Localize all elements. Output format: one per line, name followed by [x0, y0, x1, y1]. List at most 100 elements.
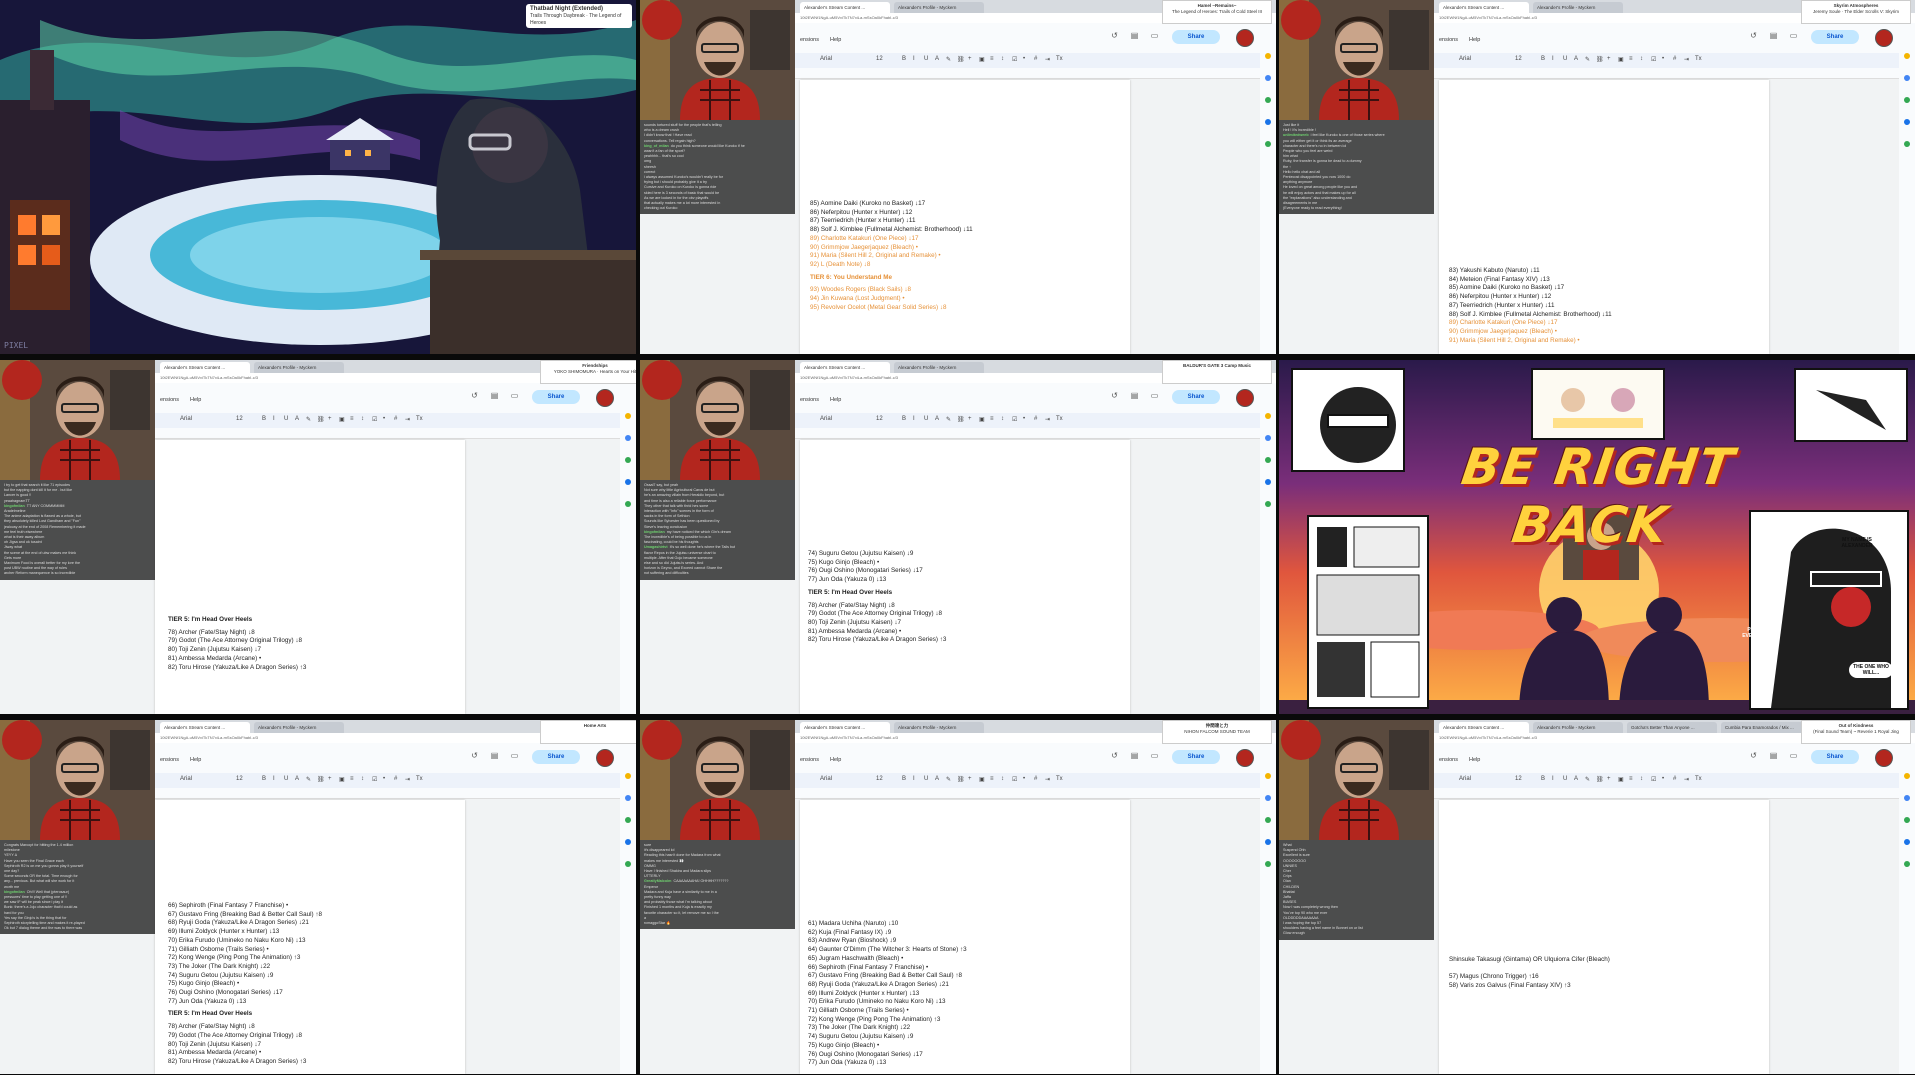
font-selector[interactable]: Arial — [820, 776, 832, 782]
image-icon[interactable]: ▣ — [979, 56, 985, 63]
side-panel-app-icon[interactable] — [1904, 839, 1910, 845]
numbered-list-icon[interactable]: # — [1673, 56, 1676, 62]
text-color-icon[interactable]: A — [295, 416, 299, 422]
side-panel-app-icon[interactable] — [1265, 141, 1271, 147]
italic-icon[interactable]: I — [913, 776, 915, 782]
font-size-field[interactable]: 12 — [1515, 776, 1522, 782]
comment-add-icon[interactable]: + — [968, 416, 972, 422]
menu-help[interactable]: Help — [1469, 37, 1480, 43]
italic-icon[interactable]: I — [273, 776, 275, 782]
menu-help[interactable]: Help — [830, 37, 841, 43]
menu-extensions[interactable]: ensions — [1439, 757, 1458, 763]
bold-icon[interactable]: B — [262, 416, 266, 422]
clear-format-icon[interactable]: Tx — [1695, 56, 1702, 62]
font-selector[interactable]: Arial — [1459, 776, 1471, 782]
underline-icon[interactable]: U — [924, 776, 928, 782]
line-spacing-icon[interactable]: ↕ — [361, 416, 364, 422]
browser-tab[interactable]: Alexander's Stream Content ... — [1439, 722, 1529, 733]
bold-icon[interactable]: B — [262, 776, 266, 782]
side-panel-app-icon[interactable] — [1265, 53, 1271, 59]
browser-tab[interactable]: Alexander's Stream Content ... — [800, 362, 890, 373]
browser-tab[interactable]: Cumbia Para Enamorados / Mix ... — [1721, 722, 1811, 733]
text-color-icon[interactable]: A — [1574, 56, 1578, 62]
checklist-icon[interactable]: ☑ — [1012, 56, 1017, 63]
menu-extensions[interactable]: ensions — [1439, 37, 1458, 43]
checklist-icon[interactable]: ☑ — [1012, 416, 1017, 423]
side-panel-app-icon[interactable] — [1265, 119, 1271, 125]
menu-help[interactable]: Help — [190, 757, 201, 763]
menu-extensions[interactable]: ensions — [800, 37, 819, 43]
menu-extensions[interactable]: ensions — [800, 397, 819, 403]
side-panel-app-icon[interactable] — [1904, 53, 1910, 59]
side-panel-app-icon[interactable] — [625, 501, 631, 507]
align-icon[interactable]: ≡ — [990, 416, 994, 422]
share-button[interactable]: Share — [1811, 30, 1859, 44]
clear-format-icon[interactable]: Tx — [416, 776, 423, 782]
line-spacing-icon[interactable]: ↕ — [1001, 776, 1004, 782]
side-panel-app-icon[interactable] — [1265, 795, 1271, 801]
image-icon[interactable]: ▣ — [1618, 56, 1624, 63]
bold-icon[interactable]: B — [1541, 776, 1545, 782]
text-color-icon[interactable]: A — [295, 776, 299, 782]
font-size-field[interactable]: 12 — [236, 776, 243, 782]
indent-icon[interactable]: ⇥ — [1684, 56, 1689, 63]
font-size-field[interactable]: 12 — [876, 776, 883, 782]
clear-format-icon[interactable]: Tx — [1695, 776, 1702, 782]
clear-format-icon[interactable]: Tx — [416, 416, 423, 422]
checklist-icon[interactable]: ☑ — [1651, 56, 1656, 63]
bold-icon[interactable]: B — [1541, 56, 1545, 62]
font-selector[interactable]: Arial — [820, 56, 832, 62]
comment-add-icon[interactable]: + — [328, 776, 332, 782]
text-color-icon[interactable]: A — [935, 56, 939, 62]
video-call-icon[interactable]: ▭ — [1789, 751, 1798, 760]
side-panel-app-icon[interactable] — [625, 773, 631, 779]
browser-tab[interactable]: Gotcha's Better Than Anyone ... — [1627, 722, 1717, 733]
browser-tab[interactable]: Alexander's Profile - Myckern — [894, 362, 984, 373]
menu-help[interactable]: Help — [1469, 757, 1480, 763]
share-button[interactable]: Share — [1172, 390, 1220, 404]
highlight-icon[interactable]: ✎ — [1585, 56, 1590, 63]
avatar[interactable] — [596, 749, 614, 767]
avatar[interactable] — [1236, 29, 1254, 47]
underline-icon[interactable]: U — [924, 416, 928, 422]
comment-icon[interactable]: ▤ — [490, 751, 499, 760]
align-icon[interactable]: ≡ — [350, 416, 354, 422]
history-icon[interactable]: ↺ — [1110, 751, 1119, 760]
document-page[interactable] — [155, 440, 465, 714]
history-icon[interactable]: ↺ — [470, 751, 479, 760]
comment-icon[interactable]: ▤ — [1130, 751, 1139, 760]
indent-icon[interactable]: ⇥ — [405, 416, 410, 423]
history-icon[interactable]: ↺ — [470, 391, 479, 400]
checklist-icon[interactable]: ☑ — [1012, 776, 1017, 783]
video-call-icon[interactable]: ▭ — [510, 751, 519, 760]
bold-icon[interactable]: B — [902, 56, 906, 62]
video-call-icon[interactable]: ▭ — [1150, 751, 1159, 760]
document-page[interactable] — [1439, 800, 1769, 1074]
side-panel-app-icon[interactable] — [1265, 457, 1271, 463]
underline-icon[interactable]: U — [1563, 776, 1567, 782]
side-panel-app-icon[interactable] — [625, 479, 631, 485]
comment-add-icon[interactable]: + — [1607, 56, 1611, 62]
link-icon[interactable]: ⛓ — [1596, 56, 1604, 63]
browser-tab[interactable]: Alexander's Profile - Myckern — [254, 362, 344, 373]
italic-icon[interactable]: I — [913, 416, 915, 422]
italic-icon[interactable]: I — [913, 56, 915, 62]
side-panel-app-icon[interactable] — [1904, 119, 1910, 125]
checklist-icon[interactable]: ☑ — [372, 416, 377, 423]
indent-icon[interactable]: ⇥ — [405, 776, 410, 783]
side-panel-app-icon[interactable] — [625, 413, 631, 419]
share-button[interactable]: Share — [1172, 750, 1220, 764]
browser-tab[interactable]: Alexander's Stream Content ... — [800, 2, 890, 13]
underline-icon[interactable]: U — [1563, 56, 1567, 62]
image-icon[interactable]: ▣ — [339, 776, 345, 783]
line-spacing-icon[interactable]: ↕ — [361, 776, 364, 782]
font-selector[interactable]: Arial — [1459, 56, 1471, 62]
side-panel-app-icon[interactable] — [1265, 435, 1271, 441]
side-panel-app-icon[interactable] — [1265, 773, 1271, 779]
link-icon[interactable]: ⛓ — [957, 416, 965, 423]
side-panel-app-icon[interactable] — [1904, 141, 1910, 147]
align-icon[interactable]: ≡ — [1629, 56, 1633, 62]
underline-icon[interactable]: U — [924, 56, 928, 62]
comment-icon[interactable]: ▤ — [1769, 31, 1778, 40]
side-panel-app-icon[interactable] — [1265, 501, 1271, 507]
